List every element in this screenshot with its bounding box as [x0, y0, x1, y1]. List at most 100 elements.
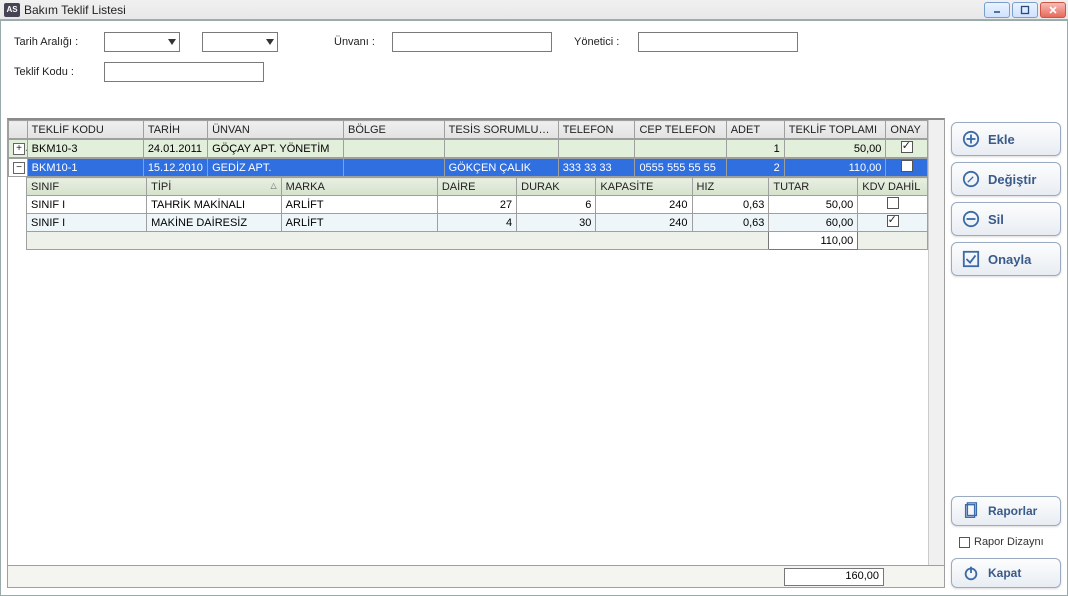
cell-onay[interactable]: [886, 159, 928, 177]
cell-kod: BKM10-1: [27, 159, 143, 177]
maximize-button[interactable]: [1012, 2, 1038, 18]
power-icon: [962, 564, 980, 582]
cell-adet: 1: [726, 140, 784, 158]
checkbox-icon[interactable]: [887, 197, 899, 209]
icell: 0,63: [692, 214, 769, 232]
col-unvan[interactable]: ÜNVAN: [208, 121, 344, 139]
expand-icon[interactable]: +: [13, 143, 25, 155]
icol-kdv[interactable]: KDV DAHİL: [858, 178, 928, 196]
col-cep[interactable]: CEP TELEFON: [635, 121, 726, 139]
icell: ARLİFT: [281, 196, 437, 214]
table-row[interactable]: SINIF I MAKİNE DAİRESİZ ARLİFT 4 30 240 …: [27, 214, 928, 232]
unvan-input[interactable]: [392, 32, 552, 52]
icell: ARLİFT: [281, 214, 437, 232]
grid-panel[interactable]: TEKLİF KODU TARİH ÜNVAN BÖLGE TESİS SORU…: [7, 118, 945, 566]
icell: SINIF I: [27, 214, 147, 232]
teklif-kodu-input[interactable]: [104, 62, 264, 82]
col-toplam[interactable]: TEKLİF TOPLAMI: [784, 121, 886, 139]
checkbox-label: Rapor Dizaynı: [974, 536, 1044, 548]
button-label: Kapat: [988, 566, 1021, 580]
icol-durak[interactable]: DURAK: [517, 178, 596, 196]
teklif-kodu-label: Teklif Kodu :: [14, 66, 96, 78]
cell-bolge: [343, 159, 444, 177]
col-telefon[interactable]: TELEFON: [558, 121, 635, 139]
table-row[interactable]: SINIF I TAHRİK MAKİNALI ARLİFT 27 6 240 …: [27, 196, 928, 214]
report-icon: [962, 502, 980, 520]
checkbox-icon[interactable]: [901, 160, 913, 172]
pencil-icon: [962, 170, 980, 188]
icell: 6: [517, 196, 596, 214]
icell: 240: [596, 214, 692, 232]
col-adet[interactable]: ADET: [726, 121, 784, 139]
checkbox-icon[interactable]: [887, 215, 899, 227]
onayla-button[interactable]: Onayla: [951, 242, 1061, 276]
checkbox-icon[interactable]: [959, 537, 970, 548]
col-bolge[interactable]: BÖLGE: [343, 121, 444, 139]
icell: 30: [517, 214, 596, 232]
icol-hiz[interactable]: HIZ: [692, 178, 769, 196]
side-toolbar: Ekle Değiştir Sil Onayla Raporlar Ra: [951, 118, 1061, 588]
cell-tesis: GÖKÇEN ÇALIK: [444, 159, 558, 177]
yonetici-input[interactable]: [638, 32, 798, 52]
icol-tipi[interactable]: TİPİ△: [147, 178, 282, 196]
plus-icon: [962, 130, 980, 148]
cell-toplam: 50,00: [784, 140, 886, 158]
icell: 50,00: [769, 196, 858, 214]
sil-button[interactable]: Sil: [951, 202, 1061, 236]
check-icon: [962, 250, 980, 268]
button-label: Onayla: [988, 252, 1031, 267]
date-to-combo[interactable]: [202, 32, 278, 52]
col-onay[interactable]: ONAY: [886, 121, 928, 139]
cell-bolge: [343, 140, 444, 158]
icol-kapasite[interactable]: KAPASİTE: [596, 178, 692, 196]
inner-subtotal-row: 110,00: [27, 232, 928, 250]
icol-sinif[interactable]: SINIF: [27, 178, 147, 196]
icol-tutar[interactable]: TUTAR: [769, 178, 858, 196]
raporlar-button[interactable]: Raporlar: [951, 496, 1061, 526]
cell-unvan: GEDİZ APT.: [208, 159, 344, 177]
icol-marka[interactable]: MARKA: [281, 178, 437, 196]
table-row[interactable]: + BKM10-3 24.01.2011 GÖÇAY APT. YÖNETİM …: [9, 140, 928, 158]
col-expand[interactable]: [9, 121, 28, 139]
icell: 0,63: [692, 196, 769, 214]
close-button[interactable]: [1040, 2, 1066, 18]
kapat-button[interactable]: Kapat: [951, 558, 1061, 588]
cell-onay[interactable]: [886, 140, 928, 158]
window-title: Bakım Teklif Listesi: [24, 3, 126, 17]
cell-cep: 0555 555 55 55: [635, 159, 726, 177]
table-row[interactable]: − BKM10-1 15.12.2010 GEDİZ APT. GÖKÇEN Ç…: [9, 159, 928, 177]
col-teklif-kodu[interactable]: TEKLİF KODU: [27, 121, 143, 139]
date-from-combo[interactable]: [104, 32, 180, 52]
sort-asc-icon: △: [271, 181, 277, 190]
cell-tel: 333 33 33: [558, 159, 635, 177]
degistir-button[interactable]: Değiştir: [951, 162, 1061, 196]
icell: SINIF I: [27, 196, 147, 214]
grid-footer: 160,00: [7, 566, 945, 588]
yonetici-label: Yönetici :: [574, 36, 630, 48]
vertical-scrollbar[interactable]: [928, 120, 944, 565]
cell-tarih: 15.12.2010: [143, 159, 207, 177]
cell-toplam: 110,00: [784, 159, 886, 177]
icell: 240: [596, 196, 692, 214]
cell-cep: [635, 140, 726, 158]
cell-tarih: 24.01.2011: [143, 140, 207, 158]
checkbox-icon[interactable]: [901, 141, 913, 153]
collapse-icon[interactable]: −: [13, 162, 25, 174]
minus-icon: [962, 210, 980, 228]
icell: 4: [437, 214, 516, 232]
icell-kdv[interactable]: [858, 214, 928, 232]
cell-unvan: GÖÇAY APT. YÖNETİM: [208, 140, 344, 158]
button-label: Ekle: [988, 132, 1015, 147]
icell: TAHRİK MAKİNALI: [147, 196, 282, 214]
rapor-dizayni-checkbox[interactable]: Rapor Dizaynı: [959, 536, 1061, 548]
cell-tel: [558, 140, 635, 158]
icol-daire[interactable]: DAİRE: [437, 178, 516, 196]
col-tesis[interactable]: TESİS SORUMLUSU: [444, 121, 558, 139]
icell-kdv[interactable]: [858, 196, 928, 214]
grand-total: 160,00: [784, 568, 884, 586]
minimize-button[interactable]: [984, 2, 1010, 18]
button-label: Değiştir: [988, 172, 1036, 187]
col-tarih[interactable]: TARİH: [143, 121, 207, 139]
ekle-button[interactable]: Ekle: [951, 122, 1061, 156]
unvan-label: Ünvanı :: [334, 36, 384, 48]
